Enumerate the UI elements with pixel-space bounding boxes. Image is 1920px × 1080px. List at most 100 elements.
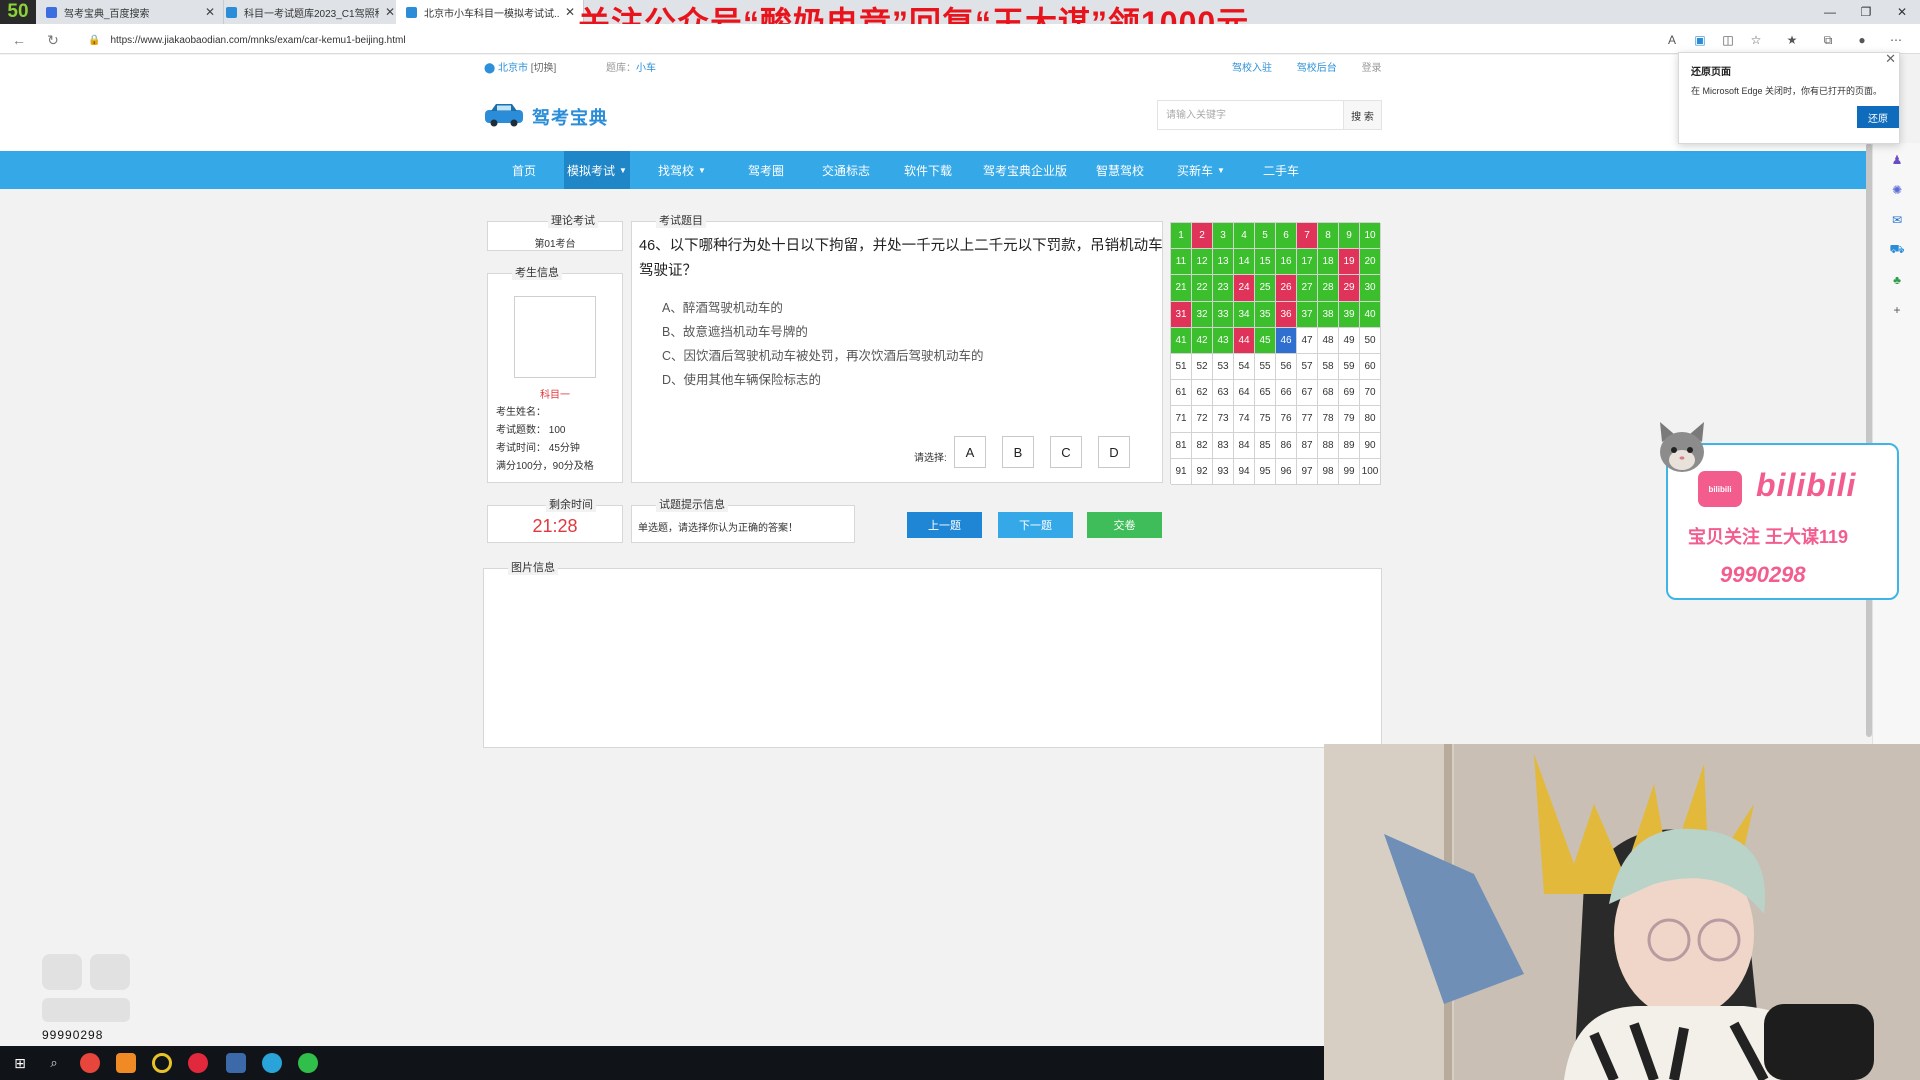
answer-sheet-cell-97[interactable]: 97 (1297, 458, 1318, 485)
answer-sheet-cell-43[interactable]: 43 (1213, 327, 1234, 354)
answer-sheet-cell-75[interactable]: 75 (1255, 406, 1276, 433)
nav-item-home[interactable]: 首页 (500, 151, 548, 189)
answer-sheet-cell-47[interactable]: 47 (1297, 327, 1318, 354)
answer-sheet-cell-88[interactable]: 88 (1318, 432, 1339, 459)
restore-button[interactable]: 还原 (1857, 106, 1899, 128)
answer-sheet-cell-83[interactable]: 83 (1213, 432, 1234, 459)
answer-sheet-cell-9[interactable]: 9 (1339, 223, 1360, 250)
answer-sheet-cell-42[interactable]: 42 (1192, 327, 1213, 354)
answer-sheet-cell-22[interactable]: 22 (1192, 275, 1213, 302)
nav-item-used-car[interactable]: 二手车 (1256, 151, 1306, 189)
answer-sheet-cell-89[interactable]: 89 (1339, 432, 1360, 459)
answer-sheet-cell-95[interactable]: 95 (1255, 458, 1276, 485)
answer-sheet-cell-53[interactable]: 53 (1213, 353, 1234, 381)
close-tab-icon[interactable]: ✕ (385, 5, 395, 19)
answer-b-button[interactable]: B (1002, 436, 1034, 468)
answer-sheet-cell-100[interactable]: 100 (1360, 458, 1381, 485)
answer-sheet-cell-8[interactable]: 8 (1318, 223, 1339, 250)
browser-tab-2[interactable]: 科目一考试题库2023_C1驾照科目... ✕ (216, 0, 404, 24)
answer-sheet-cell-36[interactable]: 36 (1276, 301, 1297, 328)
answer-sheet-cell-57[interactable]: 57 (1297, 353, 1318, 381)
answer-sheet-cell-29[interactable]: 29 (1339, 275, 1360, 302)
split-screen-icon[interactable]: ◫ (1718, 30, 1738, 50)
answer-sheet-cell-78[interactable]: 78 (1318, 406, 1339, 433)
back-icon[interactable]: ← (8, 29, 30, 51)
answer-sheet-cell-40[interactable]: 40 (1360, 301, 1381, 328)
answer-sheet-cell-96[interactable]: 96 (1276, 458, 1297, 485)
answer-sheet-cell-21[interactable]: 21 (1171, 275, 1192, 302)
answer-sheet-cell-81[interactable]: 81 (1171, 432, 1192, 459)
answer-sheet-cell-65[interactable]: 65 (1255, 380, 1276, 407)
browser-tab-1[interactable]: 驾考宝典_百度搜索 ✕ (36, 0, 224, 24)
answer-sheet-cell-41[interactable]: 41 (1171, 327, 1192, 354)
answer-sheet-cell-71[interactable]: 71 (1171, 406, 1192, 433)
answer-sheet-cell-15[interactable]: 15 (1255, 249, 1276, 276)
answer-sheet-cell-17[interactable]: 17 (1297, 249, 1318, 276)
close-tab-icon[interactable]: ✕ (205, 5, 215, 19)
answer-sheet-cell-82[interactable]: 82 (1192, 432, 1213, 459)
profile-avatar[interactable]: ● (1852, 30, 1872, 50)
answer-sheet-cell-76[interactable]: 76 (1276, 406, 1297, 433)
answer-sheet-cell-6[interactable]: 6 (1276, 223, 1297, 250)
answer-sheet-cell-2[interactable]: 2 (1192, 223, 1213, 250)
restore-window-icon[interactable]: ❐ (1848, 0, 1884, 24)
more-menu-icon[interactable]: ⋯ (1886, 30, 1906, 50)
answer-sheet-cell-58[interactable]: 58 (1318, 353, 1339, 381)
favorites-icon[interactable]: ★ (1782, 30, 1802, 50)
answer-sheet-cell-60[interactable]: 60 (1360, 353, 1381, 381)
answer-sheet-cell-3[interactable]: 3 (1213, 223, 1234, 250)
answer-a-button[interactable]: A (954, 436, 986, 468)
answer-sheet-cell-48[interactable]: 48 (1318, 327, 1339, 354)
driving-school-join-link[interactable]: 驾校入驻 (1232, 63, 1272, 74)
shopping-icon[interactable]: ⛟ (1888, 241, 1906, 259)
search-icon[interactable]: ⌕ (44, 1053, 64, 1073)
answer-sheet-cell-24[interactable]: 24 (1234, 275, 1255, 302)
answer-sheet-cell-11[interactable]: 11 (1171, 249, 1192, 276)
answer-sheet-cell-64[interactable]: 64 (1234, 380, 1255, 407)
app-orange-icon[interactable] (116, 1053, 136, 1073)
answer-sheet-cell-70[interactable]: 70 (1360, 380, 1381, 407)
nav-item-new-car[interactable]: 买新车 ▼ (1172, 151, 1230, 189)
answer-sheet-cell-85[interactable]: 85 (1255, 432, 1276, 459)
answer-sheet-cell-98[interactable]: 98 (1318, 458, 1339, 485)
url-field[interactable]: 🔒 https://www.jiakaobaodian.com/mnks/exa… (88, 29, 1648, 51)
answer-sheet-cell-61[interactable]: 61 (1171, 380, 1192, 407)
answer-sheet-cell-49[interactable]: 49 (1339, 327, 1360, 354)
chrome-icon[interactable] (80, 1053, 100, 1073)
answer-sheet-cell-93[interactable]: 93 (1213, 458, 1234, 485)
answer-sheet-cell-45[interactable]: 45 (1255, 327, 1276, 354)
answer-sheet-cell-87[interactable]: 87 (1297, 432, 1318, 459)
answer-sheet-cell-28[interactable]: 28 (1318, 275, 1339, 302)
car-logo-icon[interactable] (484, 101, 524, 127)
answer-sheet-cell-99[interactable]: 99 (1339, 458, 1360, 485)
close-tab-icon[interactable]: ✕ (565, 5, 575, 19)
library-value-link[interactable]: 小车 (636, 63, 656, 74)
site-logo-text[interactable]: 驾考宝典 (532, 104, 608, 130)
answer-sheet-cell-31[interactable]: 31 (1171, 301, 1192, 328)
answer-sheet-cell-18[interactable]: 18 (1318, 249, 1339, 276)
location-switch-link[interactable]: [切换] (531, 63, 557, 74)
answer-sheet-cell-4[interactable]: 4 (1234, 223, 1255, 250)
answer-sheet-cell-94[interactable]: 94 (1234, 458, 1255, 485)
browser-tab-3[interactable]: 北京市小车科目一模拟考试试... ✕ (396, 0, 584, 24)
answer-sheet-cell-35[interactable]: 35 (1255, 301, 1276, 328)
answer-sheet-cell-52[interactable]: 52 (1192, 353, 1213, 381)
nav-item-smart-school[interactable]: 智慧驾校 (1090, 151, 1150, 189)
nav-item-find-school[interactable]: 找驾校 ▼ (652, 151, 712, 189)
login-link[interactable]: 登录 (1362, 63, 1382, 74)
answer-sheet-cell-37[interactable]: 37 (1297, 301, 1318, 328)
answer-sheet-cell-14[interactable]: 14 (1234, 249, 1255, 276)
nav-item-traffic-signs[interactable]: 交通标志 (816, 151, 876, 189)
answer-sheet-cell-72[interactable]: 72 (1192, 406, 1213, 433)
close-icon[interactable]: ✕ (1885, 51, 1896, 67)
answer-sheet-cell-73[interactable]: 73 (1213, 406, 1234, 433)
answer-sheet-cell-38[interactable]: 38 (1318, 301, 1339, 328)
answer-sheet-cell-13[interactable]: 13 (1213, 249, 1234, 276)
option-d[interactable]: D、使用其他车辆保险标志的 (662, 369, 821, 388)
answer-sheet-cell-74[interactable]: 74 (1234, 406, 1255, 433)
answer-sheet-cell-54[interactable]: 54 (1234, 353, 1255, 381)
teams-icon[interactable]: ♟ (1888, 151, 1906, 169)
copilot-icon[interactable]: ✺ (1888, 181, 1906, 199)
app-ring-icon[interactable] (152, 1053, 172, 1073)
answer-sheet-cell-7[interactable]: 7 (1297, 223, 1318, 250)
